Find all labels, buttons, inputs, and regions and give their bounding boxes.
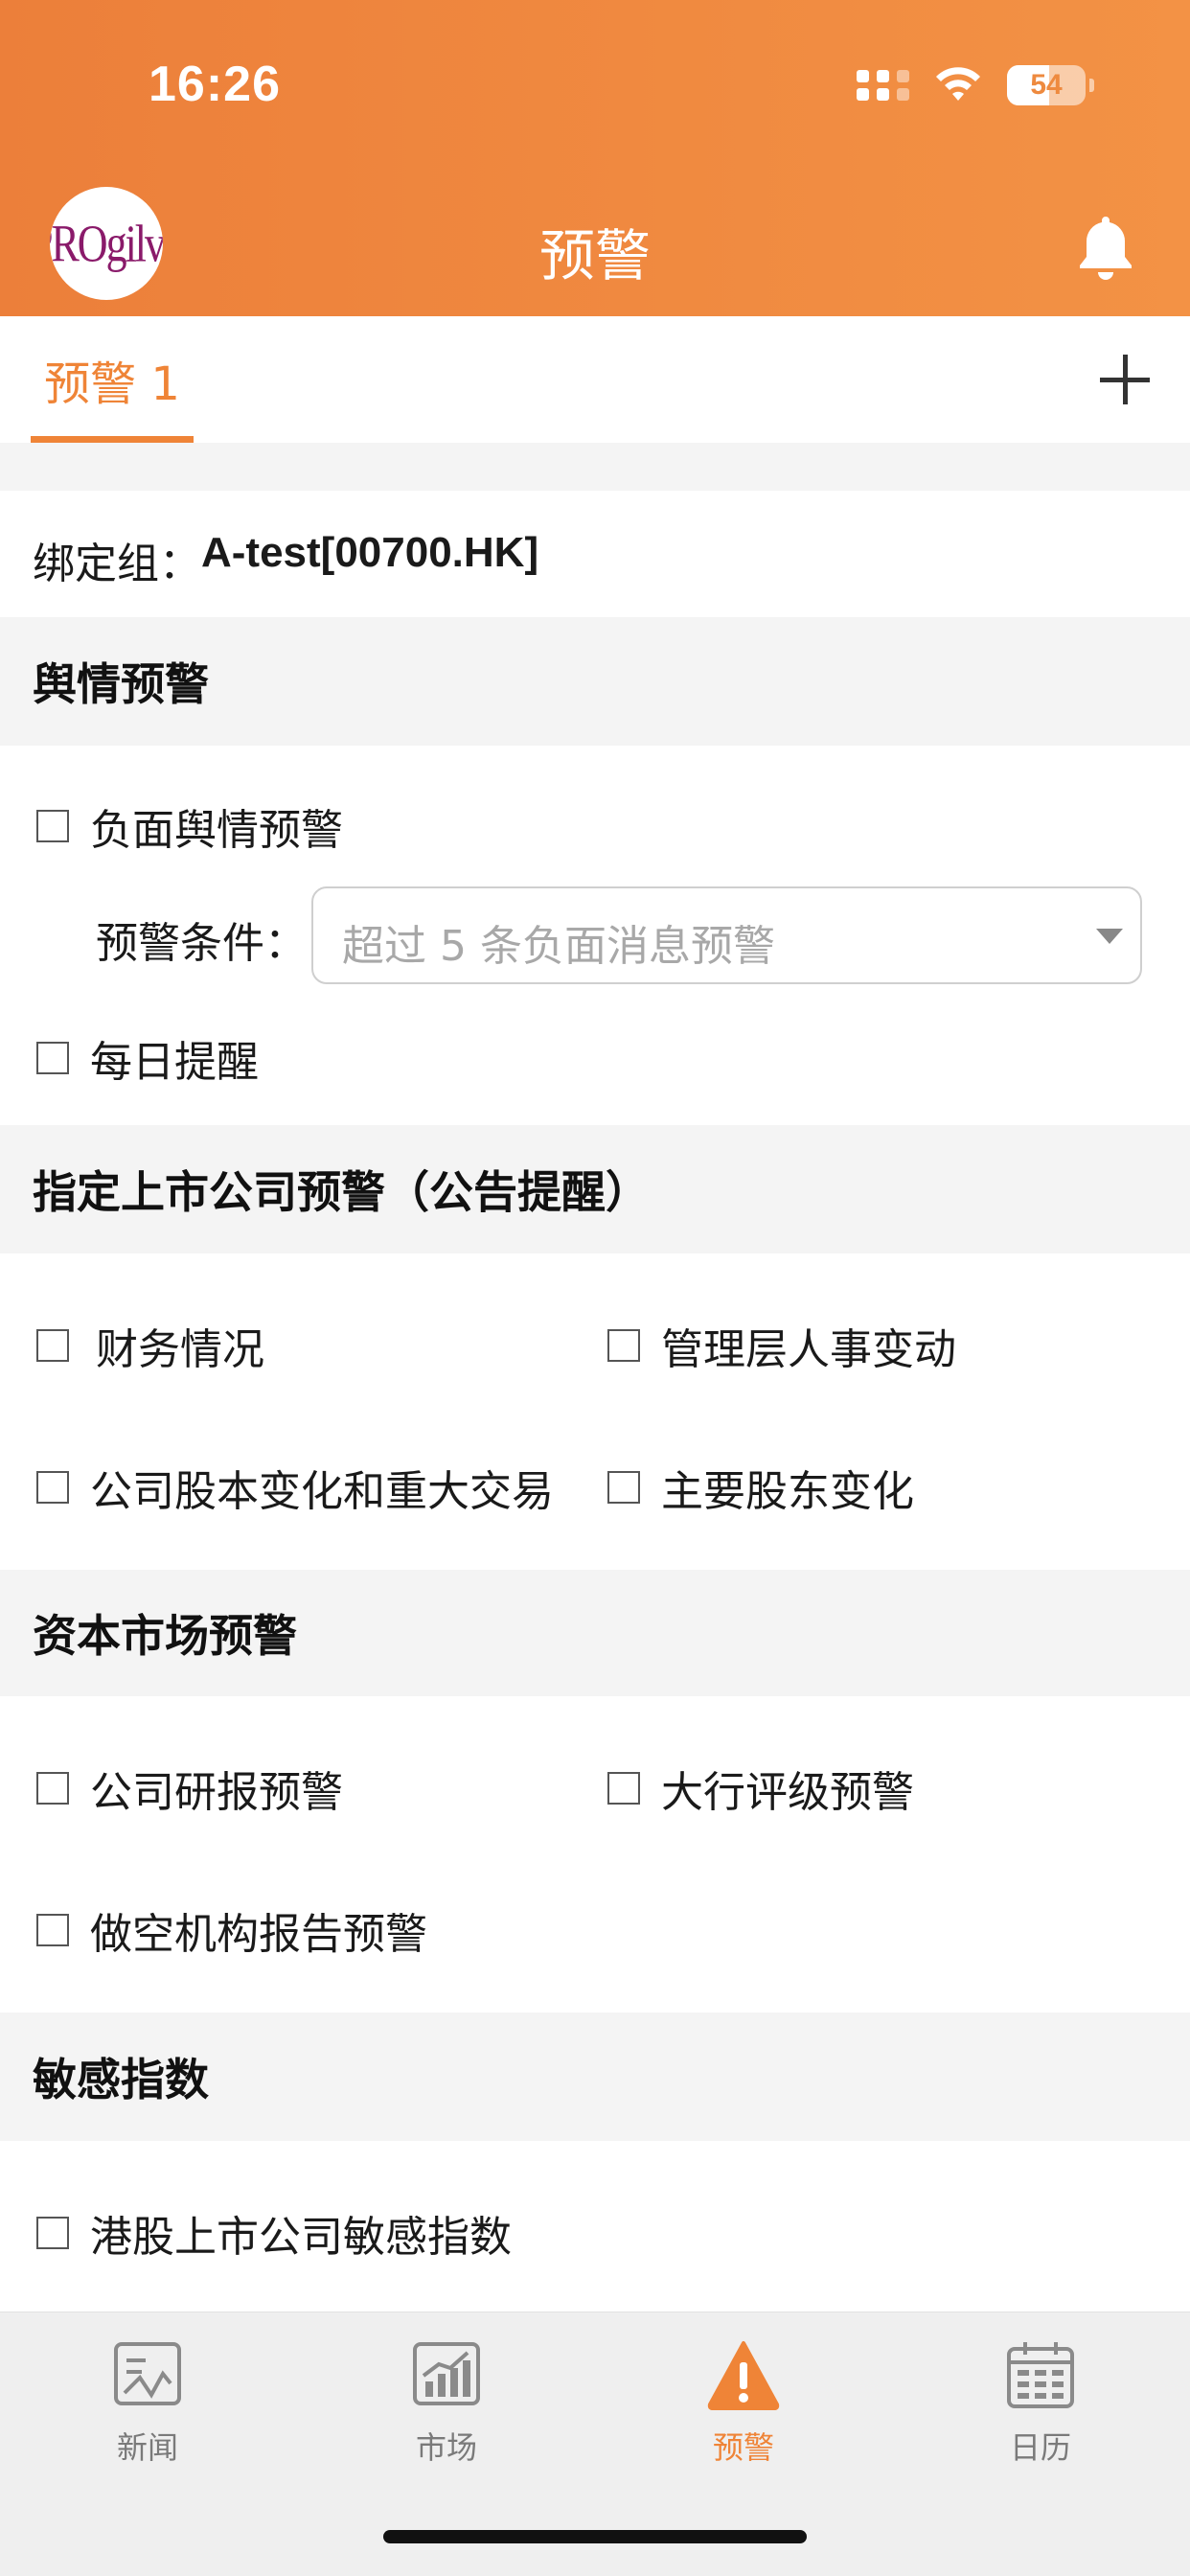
binding-value: A-test[00700.HK] <box>201 529 539 576</box>
checkbox-label: 负面舆情预警 <box>90 806 343 855</box>
active-tab-indicator <box>31 436 194 443</box>
section-header-listed-company: 指定上市公司预警（公告提醒） <box>0 1125 1190 1254</box>
daily-reminder-checkbox[interactable]: 每日提醒 <box>36 1027 259 1089</box>
wifi-icon <box>936 67 980 101</box>
status-time: 16:26 <box>149 57 281 112</box>
major-shareholder-checkbox[interactable]: 主要股东变化 <box>607 1457 914 1518</box>
checkbox-label: 做空机构报告预警 <box>90 1910 427 1959</box>
divider <box>0 443 1190 491</box>
checkbox-label: 公司研报预警 <box>90 1768 343 1817</box>
nav-item-alert[interactable]: 预警 <box>657 2339 830 2473</box>
status-icons: 54 <box>857 61 1094 109</box>
section-title: 资本市场预警 <box>33 1610 297 1662</box>
checkbox-label: 大行评级预警 <box>661 1768 914 1817</box>
bell-icon[interactable] <box>1074 213 1137 282</box>
news-icon <box>114 2342 181 2405</box>
checkbox-box[interactable] <box>36 1329 69 1362</box>
nav-item-news[interactable]: 新闻 <box>61 2339 234 2473</box>
section-title: 指定上市公司预警（公告提醒） <box>33 1166 650 1218</box>
condition-select[interactable]: 超过 5 条负面消息预警 <box>311 886 1142 984</box>
share-capital-checkbox[interactable]: 公司股本变化和重大交易 <box>36 1457 554 1518</box>
condition-placeholder: 超过 5 条负面消息预警 <box>342 922 775 971</box>
section-header-capital-market: 资本市场预警 <box>0 1570 1190 1696</box>
checkbox-label: 公司股本变化和重大交易 <box>90 1467 554 1516</box>
market-chart-icon <box>413 2342 480 2405</box>
page-title: 预警 <box>538 223 651 288</box>
nav-item-calendar[interactable]: 日历 <box>954 2339 1127 2473</box>
checkbox-box[interactable] <box>36 810 69 842</box>
nav-label: 新闻 <box>116 2429 178 2466</box>
home-indicator <box>383 2530 807 2543</box>
condition-label: 预警条件： <box>96 919 307 968</box>
section-body-capital-market <box>0 1696 1190 2012</box>
research-report-checkbox[interactable]: 公司研报预警 <box>36 1758 343 1819</box>
bank-rating-checkbox[interactable]: 大行评级预警 <box>607 1758 914 1819</box>
chevron-down-icon <box>1096 929 1123 944</box>
alert-tabbar: 预警 1 <box>0 316 1190 443</box>
nav-item-market[interactable]: 市场 <box>360 2339 533 2473</box>
nav-label: 日历 <box>1009 2429 1071 2466</box>
financial-status-checkbox[interactable]: 财务情况 <box>36 1315 264 1376</box>
checkbox-label: 主要股东变化 <box>661 1467 914 1516</box>
short-seller-report-checkbox[interactable]: 做空机构报告预警 <box>36 1899 427 1961</box>
checkbox-box[interactable] <box>607 1329 640 1362</box>
tab-label: 预警 1 <box>44 357 180 411</box>
cellular-signal-icon <box>857 70 909 101</box>
checkbox-box[interactable] <box>36 1042 69 1074</box>
tab-alert-1[interactable]: 预警 1 <box>31 316 194 443</box>
checkbox-box[interactable] <box>607 1471 640 1504</box>
section-header-sensitive-index: 敏感指数 <box>0 2012 1190 2141</box>
checkbox-box[interactable] <box>36 1914 69 1946</box>
section-header-sentiment: 舆情预警 <box>0 617 1190 746</box>
binding-label: 绑定组： <box>33 540 201 588</box>
add-alert-button[interactable] <box>1096 351 1154 408</box>
section-title: 敏感指数 <box>33 2054 209 2105</box>
binding-group-row: 绑定组： A-test[00700.HK] <box>0 491 1190 617</box>
checkbox-box[interactable] <box>607 1772 640 1805</box>
calendar-icon <box>1007 2342 1074 2408</box>
checkbox-box[interactable] <box>36 1772 69 1805</box>
warning-icon <box>707 2341 780 2410</box>
checkbox-box[interactable] <box>36 2217 69 2249</box>
checkbox-label: 每日提醒 <box>90 1038 259 1087</box>
battery-level: 54 <box>1030 69 1063 101</box>
checkbox-box[interactable] <box>36 1471 69 1504</box>
checkbox-label: 港股上市公司敏感指数 <box>90 2213 512 2262</box>
app-header: 16:26 54 PROgilvy 预警 <box>0 0 1190 316</box>
checkbox-label: 管理层人事变动 <box>661 1325 956 1374</box>
negative-sentiment-checkbox[interactable]: 负面舆情预警 <box>36 795 343 857</box>
section-body-listed-company <box>0 1254 1190 1570</box>
checkbox-label: 财务情况 <box>96 1325 264 1374</box>
hk-sensitive-index-checkbox[interactable]: 港股上市公司敏感指数 <box>36 2202 512 2264</box>
nav-label: 预警 <box>712 2429 774 2466</box>
nav-label: 市场 <box>415 2429 477 2466</box>
section-title: 舆情预警 <box>33 658 209 710</box>
battery-icon: 54 <box>1007 65 1086 105</box>
management-change-checkbox[interactable]: 管理层人事变动 <box>607 1315 956 1376</box>
